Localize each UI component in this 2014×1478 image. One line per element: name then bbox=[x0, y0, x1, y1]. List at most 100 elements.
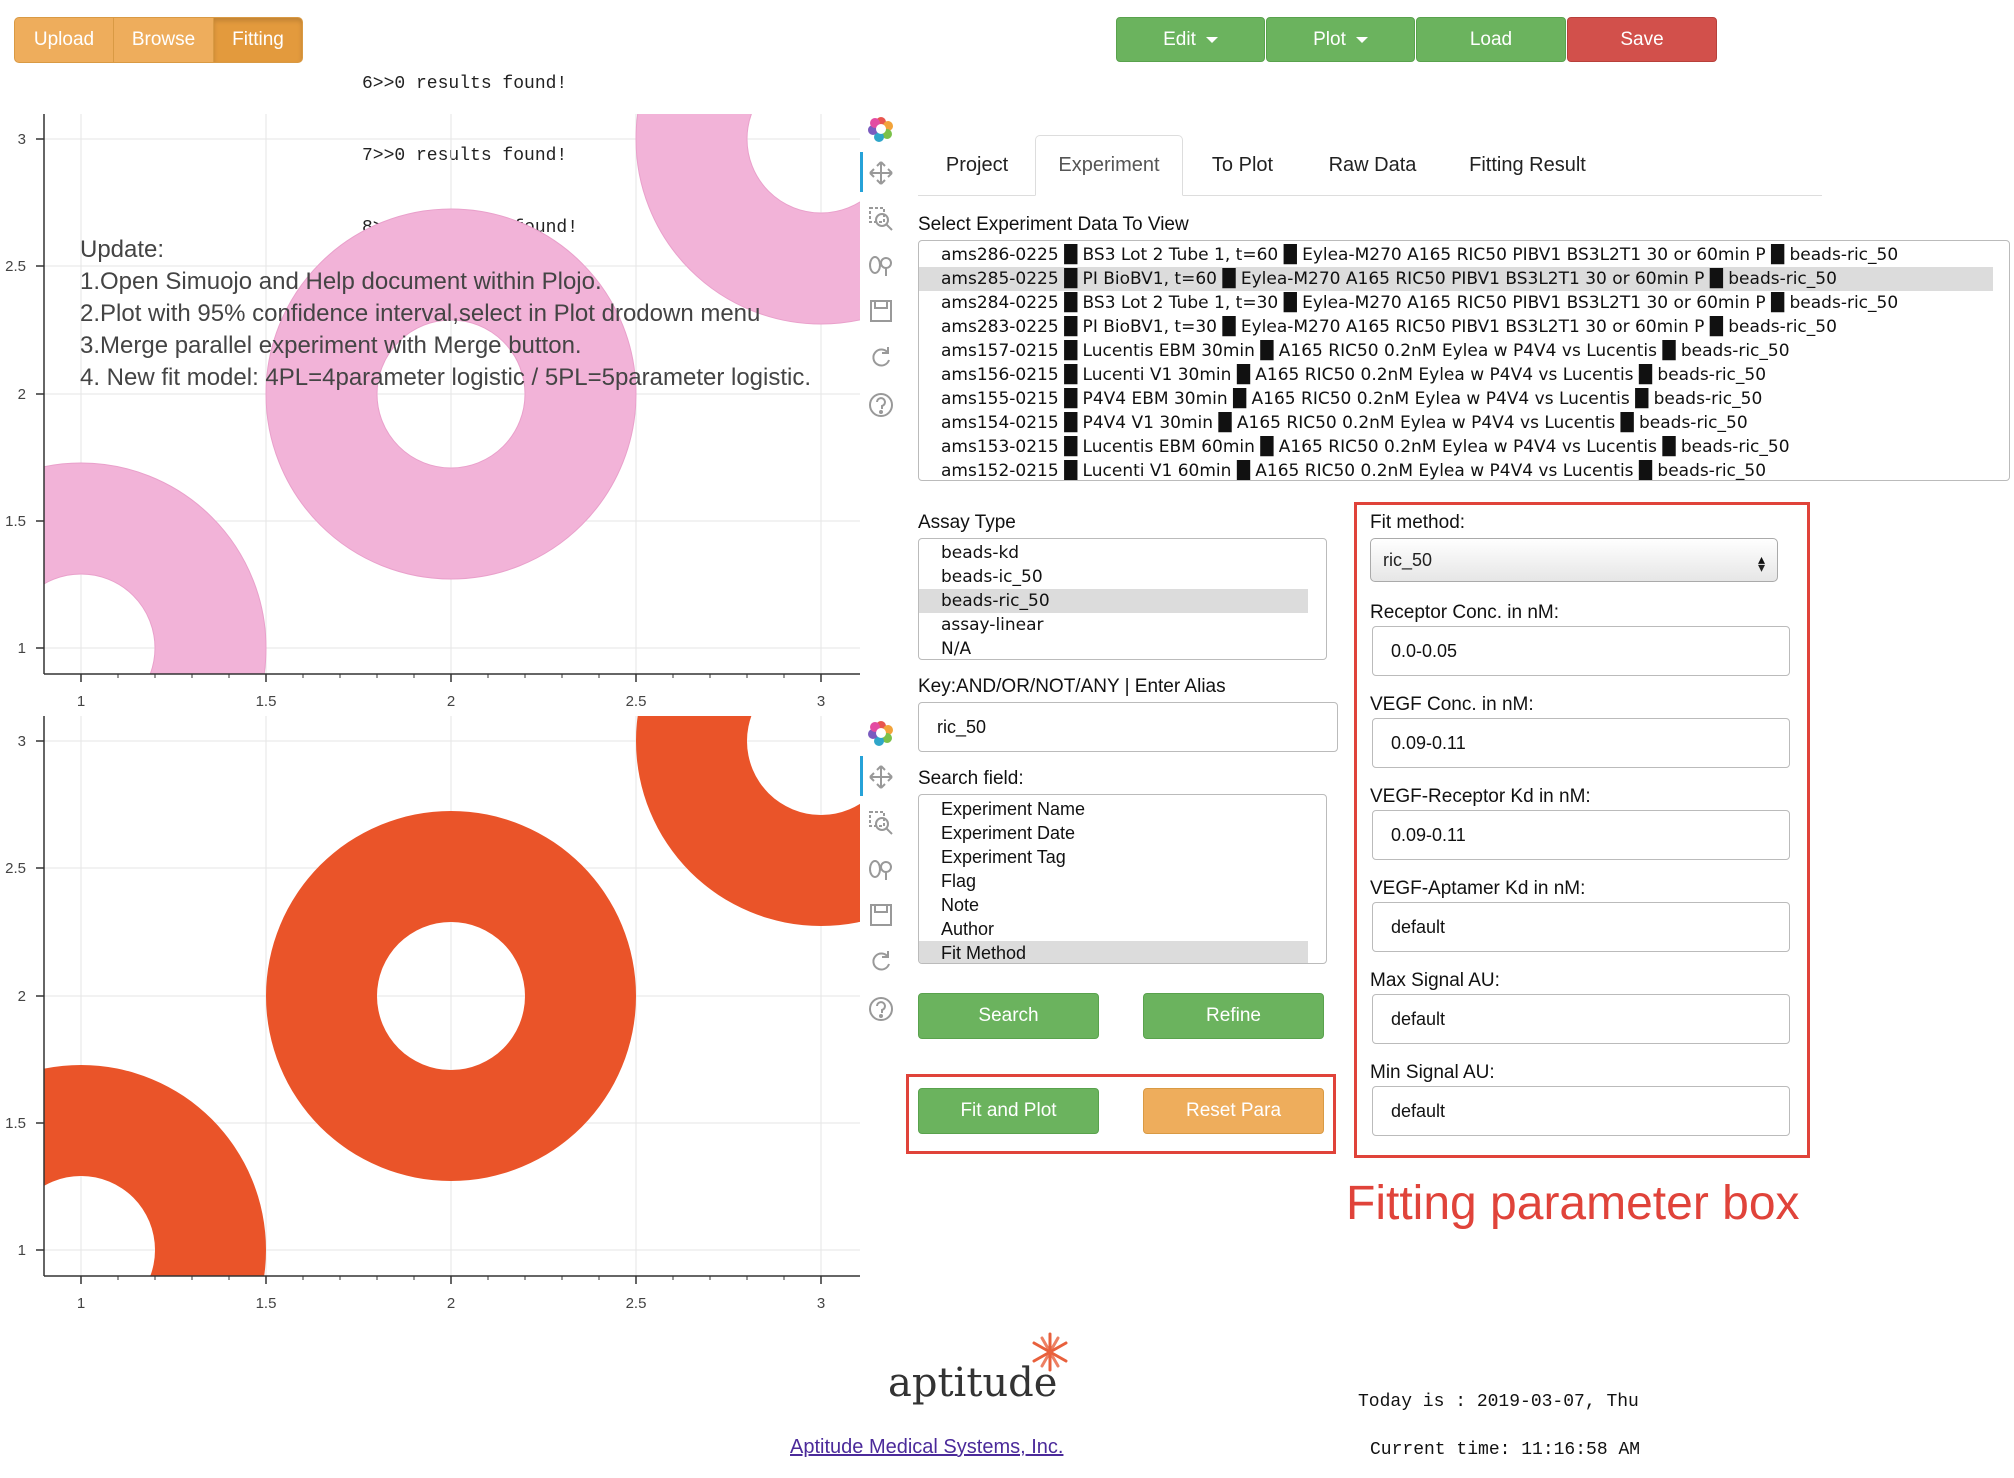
max-signal-input[interactable]: default bbox=[1372, 994, 1790, 1044]
toolbar-active-marker bbox=[860, 152, 863, 192]
y-tick-label: 1 bbox=[18, 1242, 26, 1259]
list-item[interactable]: ams156-0215 █ Lucenti V1 30min █ A165 RI… bbox=[919, 363, 2009, 387]
edit-dropdown-button[interactable]: Edit bbox=[1116, 17, 1265, 62]
vegf-conc-input[interactable]: 0.09-0.11 bbox=[1372, 718, 1790, 768]
fit-method-label: Fit method: bbox=[1370, 512, 1466, 533]
fitting-parameter-annotation: Fitting parameter box bbox=[1346, 1177, 1800, 1230]
x-tick-label: 2.5 bbox=[626, 1295, 647, 1310]
x-tick-label: 1 bbox=[77, 693, 85, 708]
save-plot-icon[interactable] bbox=[866, 296, 896, 326]
list-item[interactable]: beads-ric_50 bbox=[919, 589, 1308, 613]
tab-fitting-result[interactable]: Fitting Result bbox=[1455, 135, 1600, 195]
vegf-receptor-kd-label: VEGF-Receptor Kd in nM: bbox=[1370, 786, 1591, 807]
list-item[interactable]: ams284-0225 █ BS3 Lot 2 Tube 1, t=30 █ E… bbox=[919, 291, 2009, 315]
fit-method-value: ric_50 bbox=[1383, 549, 1433, 570]
logo-text: aptitude bbox=[888, 1360, 1058, 1406]
list-item[interactable]: Experiment Tag bbox=[919, 845, 1326, 869]
y-tick-label: 2 bbox=[18, 386, 26, 403]
list-item[interactable]: ams285-0225 █ PI BioBV1, t=60 █ Eylea-M2… bbox=[919, 267, 1993, 291]
search-button[interactable]: Search bbox=[918, 993, 1099, 1039]
save-button[interactable]: Save bbox=[1567, 17, 1717, 62]
list-item[interactable]: ams283-0225 █ PI BioBV1, t=30 █ Eylea-M2… bbox=[919, 315, 2009, 339]
reset-para-button[interactable]: Reset Para bbox=[1143, 1088, 1324, 1134]
list-item[interactable]: Experiment Date bbox=[919, 821, 1326, 845]
reset-icon[interactable] bbox=[866, 946, 896, 976]
list-item[interactable]: N/A bbox=[919, 637, 1326, 659]
min-signal-input[interactable]: default bbox=[1372, 1086, 1790, 1136]
list-item[interactable]: ams152-0215 █ Lucenti V1 60min █ A165 RI… bbox=[919, 459, 2009, 480]
save-plot-icon[interactable] bbox=[866, 900, 896, 930]
top-plot[interactable]: 1 1.5 2 2.5 3 3 2.5 2 1.5 1 bbox=[0, 108, 870, 708]
list-item[interactable]: beads-ic_50 bbox=[919, 565, 1326, 589]
list-item[interactable]: Flag bbox=[919, 869, 1326, 893]
bottom-plot[interactable]: 1 1.5 2 2.5 3 3 2.5 2 1.5 1 bbox=[0, 710, 870, 1310]
y-tick-label: 3 bbox=[18, 733, 26, 750]
reset-icon[interactable] bbox=[866, 342, 896, 372]
vegf-aptamer-kd-label: VEGF-Aptamer Kd in nM: bbox=[1370, 878, 1586, 899]
x-tick-label: 1 bbox=[77, 1295, 85, 1310]
list-item[interactable]: Note bbox=[919, 893, 1326, 917]
box-zoom-icon[interactable] bbox=[866, 204, 896, 234]
list-item[interactable]: ams155-0215 █ P4V4 EBM 30min █ A165 RIC5… bbox=[919, 387, 2009, 411]
tab-raw-data[interactable]: Raw Data bbox=[1310, 135, 1435, 195]
tab-project[interactable]: Project bbox=[922, 135, 1032, 195]
list-item[interactable]: ams153-0215 █ Lucentis EBM 60min █ A165 … bbox=[919, 435, 2009, 459]
aptitude-logo: aptitude bbox=[888, 1330, 1088, 1410]
load-button[interactable]: Load bbox=[1416, 17, 1566, 62]
wheel-zoom-icon[interactable] bbox=[866, 854, 896, 884]
box-zoom-icon[interactable] bbox=[866, 808, 896, 838]
y-tick-label: 3 bbox=[18, 131, 26, 148]
vegf-receptor-kd-input[interactable]: 0.09-0.11 bbox=[1372, 810, 1790, 860]
console-line: 6>>0 results found! bbox=[362, 74, 568, 94]
help-icon[interactable] bbox=[866, 390, 896, 420]
update-line: 4. New fit model: 4PL=4parameter logisti… bbox=[80, 364, 812, 391]
y-tick-label: 2.5 bbox=[5, 258, 26, 275]
browse-button[interactable]: Browse bbox=[113, 17, 214, 63]
update-line: 1.Open Simuojo and Help document within … bbox=[80, 268, 602, 295]
x-tick-label: 2 bbox=[447, 693, 455, 708]
experiment-listbox[interactable]: ams286-0225 █ BS3 Lot 2 Tube 1, t=60 █ E… bbox=[918, 240, 2010, 481]
wheel-zoom-icon[interactable] bbox=[866, 250, 896, 280]
y-tick-label: 2 bbox=[18, 988, 26, 1005]
y-tick-label: 1.5 bbox=[5, 1115, 26, 1132]
upload-button[interactable]: Upload bbox=[14, 17, 114, 63]
select-arrows-icon: ▾ bbox=[1757, 559, 1765, 575]
assay-type-listbox[interactable]: beads-kd beads-ic_50 beads-ric_50 assay-… bbox=[918, 538, 1327, 660]
list-item[interactable]: ams157-0215 █ Lucentis EBM 30min █ A165 … bbox=[919, 339, 2009, 363]
list-item[interactable]: beads-kd bbox=[919, 541, 1326, 565]
receptor-conc-label: Receptor Conc. in nM: bbox=[1370, 602, 1560, 623]
fit-method-select[interactable]: ric_50 ▴ ▾ bbox=[1370, 538, 1778, 582]
pan-icon[interactable] bbox=[866, 762, 896, 792]
bokeh-logo-icon[interactable] bbox=[866, 718, 896, 748]
update-line: 2.Plot with 95% confidence interval,sele… bbox=[80, 300, 761, 327]
chevron-down-icon bbox=[1205, 36, 1218, 43]
current-time: Current time: 11:16:58 AM bbox=[1370, 1440, 1641, 1460]
fitting-button[interactable]: Fitting bbox=[213, 17, 303, 63]
tab-experiment[interactable]: Experiment bbox=[1035, 135, 1183, 196]
list-item[interactable]: Fit Method bbox=[919, 941, 1308, 963]
key-input[interactable]: ric_50 bbox=[918, 702, 1338, 752]
pan-icon[interactable] bbox=[866, 158, 896, 188]
list-item[interactable]: assay-linear bbox=[919, 613, 1326, 637]
list-item[interactable]: Author bbox=[919, 917, 1326, 941]
x-tick-label: 2.5 bbox=[626, 693, 647, 708]
search-field-listbox[interactable]: Experiment Name Experiment Date Experime… bbox=[918, 794, 1327, 964]
tab-to-plot[interactable]: To Plot bbox=[1190, 135, 1295, 195]
bokeh-logo-icon[interactable] bbox=[866, 114, 896, 144]
vegf-conc-label: VEGF Conc. in nM: bbox=[1370, 694, 1534, 715]
vegf-aptamer-kd-input[interactable]: default bbox=[1372, 902, 1790, 952]
donut-glyphs bbox=[44, 114, 860, 674]
plot-dropdown-button[interactable]: Plot bbox=[1266, 17, 1415, 62]
help-icon[interactable] bbox=[866, 994, 896, 1024]
update-line: 3.Merge parallel experiment with Merge b… bbox=[80, 332, 582, 359]
donut-glyph bbox=[44, 1065, 266, 1276]
fit-and-plot-button[interactable]: Fit and Plot bbox=[918, 1088, 1099, 1134]
list-item[interactable]: Experiment Name bbox=[919, 797, 1326, 821]
key-field-label: Key:AND/OR/NOT/ANY | Enter Alias bbox=[918, 676, 1226, 697]
refine-button[interactable]: Refine bbox=[1143, 993, 1324, 1039]
receptor-conc-input[interactable]: 0.0-0.05 bbox=[1372, 626, 1790, 676]
donut-glyph bbox=[636, 716, 860, 926]
list-item[interactable]: ams154-0215 █ P4V4 V1 30min █ A165 RIC50… bbox=[919, 411, 2009, 435]
company-link[interactable]: Aptitude Medical Systems, Inc. bbox=[790, 1436, 1063, 1459]
list-item[interactable]: ams286-0225 █ BS3 Lot 2 Tube 1, t=60 █ E… bbox=[919, 243, 2009, 267]
